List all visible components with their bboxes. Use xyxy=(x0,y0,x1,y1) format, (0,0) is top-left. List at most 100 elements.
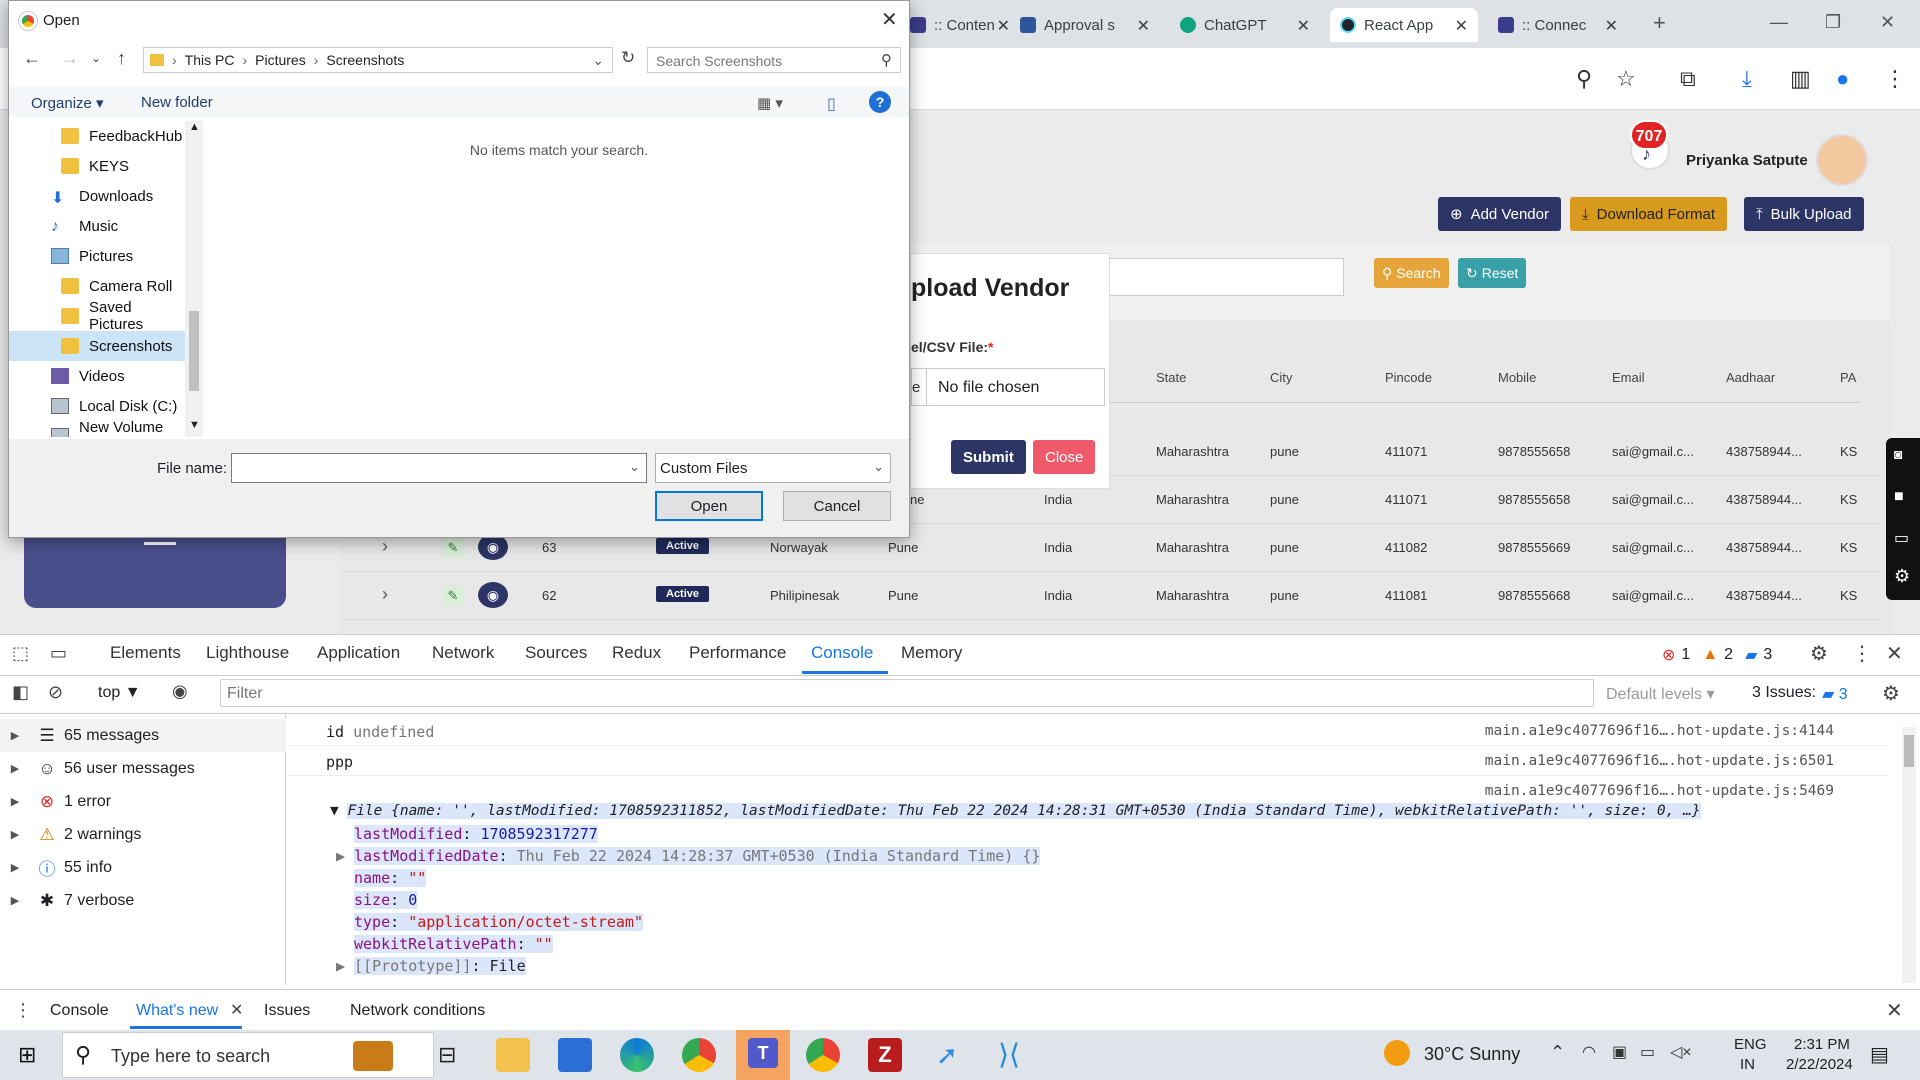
view-options-icon[interactable]: ▦ ▾ xyxy=(757,94,783,112)
region-indicator[interactable]: IN xyxy=(1740,1056,1755,1073)
network-icon[interactable]: ◠ xyxy=(1582,1042,1596,1062)
drawer-tab-whats-new[interactable]: What's new xyxy=(136,1002,218,1020)
nav-item-music[interactable]: ♪ Music xyxy=(9,211,185,241)
extensions-icon[interactable]: ⧉ xyxy=(1680,66,1696,92)
new-tab-button[interactable]: + xyxy=(1653,10,1666,36)
tab-console[interactable]: Console xyxy=(811,643,873,663)
bulk-upload-button[interactable]: ⤒ Bulk Upload xyxy=(1744,197,1864,231)
object-property[interactable]: lastModified: 1708592317277 xyxy=(354,825,598,843)
tab-memory[interactable]: Memory xyxy=(901,643,962,663)
nav-item-new-volume[interactable]: New Volume (D: xyxy=(9,419,185,437)
expand-arrow-icon[interactable]: ▶ xyxy=(0,795,30,808)
browser-tab-active[interactable]: React App ✕ xyxy=(1330,8,1478,42)
drawer-tab-network-conditions[interactable]: Network conditions xyxy=(350,1002,485,1020)
minimize-icon[interactable]: — xyxy=(1770,12,1788,33)
restore-icon[interactable]: ❐ xyxy=(1825,12,1841,33)
close-tab-icon[interactable]: ✕ xyxy=(230,1000,243,1020)
up-icon[interactable]: ↑ xyxy=(117,48,126,69)
table-row[interactable]: › ✎ ◉ 62 Active Philipinesak Pune India … xyxy=(340,572,1880,620)
expand-arrow-icon[interactable]: ▶ xyxy=(336,847,354,865)
mute-speaker-icon[interactable]: ◁× xyxy=(1670,1042,1692,1062)
breadcrumb-item[interactable]: Pictures xyxy=(255,52,306,68)
source-link[interactable]: main.a1e9c4077696f16….hot-update.js:6501 xyxy=(1485,753,1834,769)
weather-text[interactable]: 30°C Sunny xyxy=(1424,1044,1520,1065)
tab-performance[interactable]: Performance xyxy=(689,643,786,663)
chrome-profile-icon[interactable] xyxy=(806,1038,840,1072)
taskbar-search[interactable]: ⚲ Type here to search xyxy=(62,1032,434,1078)
profile-icon[interactable]: ● xyxy=(1836,66,1849,92)
scroll-down-icon[interactable]: ▼ xyxy=(189,419,200,431)
chevron-down-icon[interactable]: ⌄ xyxy=(873,459,884,475)
close-drawer-icon[interactable]: ✕ xyxy=(1886,998,1903,1023)
console-settings-icon[interactable]: ⚙ xyxy=(1882,681,1900,706)
nav-item-keys[interactable]: KEYS xyxy=(9,151,185,181)
file-name-input[interactable]: ⌄ xyxy=(231,453,647,483)
edge-icon[interactable] xyxy=(620,1038,654,1072)
window-icon[interactable]: ▭ xyxy=(1894,528,1909,548)
nav-item-saved-pictures[interactable]: Saved Pictures xyxy=(9,299,185,333)
submit-button[interactable]: Submit xyxy=(951,440,1026,474)
inspect-element-icon[interactable]: ⬚ xyxy=(12,643,29,664)
filezilla-icon[interactable]: Z xyxy=(868,1038,902,1072)
close-tab-icon[interactable]: ✕ xyxy=(1297,16,1310,36)
scroll-thumb[interactable] xyxy=(189,311,199,391)
cancel-button[interactable]: Cancel xyxy=(783,491,891,521)
settings-gear-icon[interactable]: ⚙ xyxy=(1894,566,1910,587)
browser-tab[interactable]: :: Connec ✕ xyxy=(1488,8,1628,42)
object-property[interactable]: ▶ lastModifiedDate: Thu Feb 22 2024 14:2… xyxy=(336,847,1041,865)
issues-count[interactable]: ▰ 3 xyxy=(1822,684,1848,704)
reset-button[interactable]: ↻ Reset xyxy=(1458,258,1527,288)
expand-arrow-icon[interactable]: ▶ xyxy=(0,828,30,841)
choose-file-button[interactable]: e xyxy=(912,379,920,396)
issue-counters[interactable]: ⊗ 1 ▲ 2 ▰ 3 xyxy=(1662,645,1772,665)
source-link[interactable]: main.a1e9c4077696f16….hot-update.js:5469 xyxy=(1485,783,1834,799)
console-scrollbar[interactable] xyxy=(1902,727,1916,983)
drawer-tab-issues[interactable]: Issues xyxy=(264,1002,310,1020)
scroll-up-icon[interactable]: ▲ xyxy=(189,121,200,133)
chevron-right-icon[interactable]: › xyxy=(382,536,388,557)
search-button[interactable]: ⚲ Search xyxy=(1374,258,1449,288)
nav-item-screenshots[interactable]: Screenshots xyxy=(9,331,185,361)
file-object-summary[interactable]: ▼ File {name: '', lastModified: 17085923… xyxy=(330,803,1701,819)
nav-scrollbar[interactable]: ▲ ▼ xyxy=(185,121,203,437)
default-levels-dropdown[interactable]: Default levels ▾ xyxy=(1606,684,1715,704)
expand-arrow-icon[interactable]: ▶ xyxy=(0,894,30,907)
live-expression-eye-icon[interactable]: ◉ xyxy=(172,681,188,702)
context-selector[interactable]: top ▼ xyxy=(98,684,141,702)
new-folder-button[interactable]: New folder xyxy=(141,94,213,111)
battery-icon[interactable]: ▭ xyxy=(1640,1042,1655,1062)
nav-item-videos[interactable]: Videos xyxy=(9,361,185,391)
close-icon[interactable]: ✕ xyxy=(881,7,898,32)
chevron-right-icon[interactable]: › xyxy=(382,584,388,605)
search-input[interactable] xyxy=(1080,258,1344,296)
object-property[interactable]: webkitRelativePath: "" xyxy=(354,935,553,953)
object-property[interactable]: size: 0 xyxy=(354,891,418,909)
bookmark-star-icon[interactable]: ☆ xyxy=(1616,66,1636,92)
view-eye-icon[interactable]: ◉ xyxy=(478,582,508,608)
expand-arrow-icon[interactable]: ▶ xyxy=(336,957,354,975)
filter-input[interactable]: Filter xyxy=(220,679,1594,707)
avatar[interactable] xyxy=(1816,134,1868,186)
sidebar-user-messages[interactable]: ▶ ☺ 56 user messages xyxy=(0,752,286,785)
chevron-down-icon[interactable]: ⌄ xyxy=(629,459,640,475)
edit-icon[interactable]: ✎ xyxy=(442,586,464,606)
menu-icon[interactable]: ⋮ xyxy=(1884,66,1906,92)
drawer-menu-icon[interactable]: ⋮ xyxy=(14,1000,32,1021)
object-property[interactable]: ▶ [[Prototype]]: File xyxy=(336,957,526,975)
clock-date[interactable]: 2/22/2024 xyxy=(1786,1056,1853,1073)
sidebar-toggle-icon[interactable]: ◧ xyxy=(12,682,29,703)
browser-tab[interactable]: :: Conten ✕ xyxy=(900,8,1020,42)
tab-redux[interactable]: Redux xyxy=(612,643,661,663)
language-indicator[interactable]: ENG xyxy=(1734,1036,1767,1053)
clear-console-icon[interactable]: ⊘ xyxy=(48,682,63,703)
forward-icon[interactable]: → xyxy=(61,48,79,69)
nav-item-downloads[interactable]: ⬇ Downloads xyxy=(9,181,185,211)
nav-item-pictures[interactable]: Pictures xyxy=(9,241,185,271)
side-panel-icon[interactable]: ▥ xyxy=(1790,66,1811,92)
back-icon[interactable]: ← xyxy=(23,48,41,69)
nav-item-camera-roll[interactable]: Camera Roll xyxy=(9,271,185,301)
notifications-icon[interactable]: ▤ xyxy=(1870,1042,1889,1067)
source-link[interactable]: main.a1e9c4077696f16….hot-update.js:4144 xyxy=(1485,723,1834,739)
camera-icon[interactable]: ◙ xyxy=(1894,446,1902,462)
search-input[interactable]: Search Screenshots ⚲ xyxy=(647,47,901,73)
